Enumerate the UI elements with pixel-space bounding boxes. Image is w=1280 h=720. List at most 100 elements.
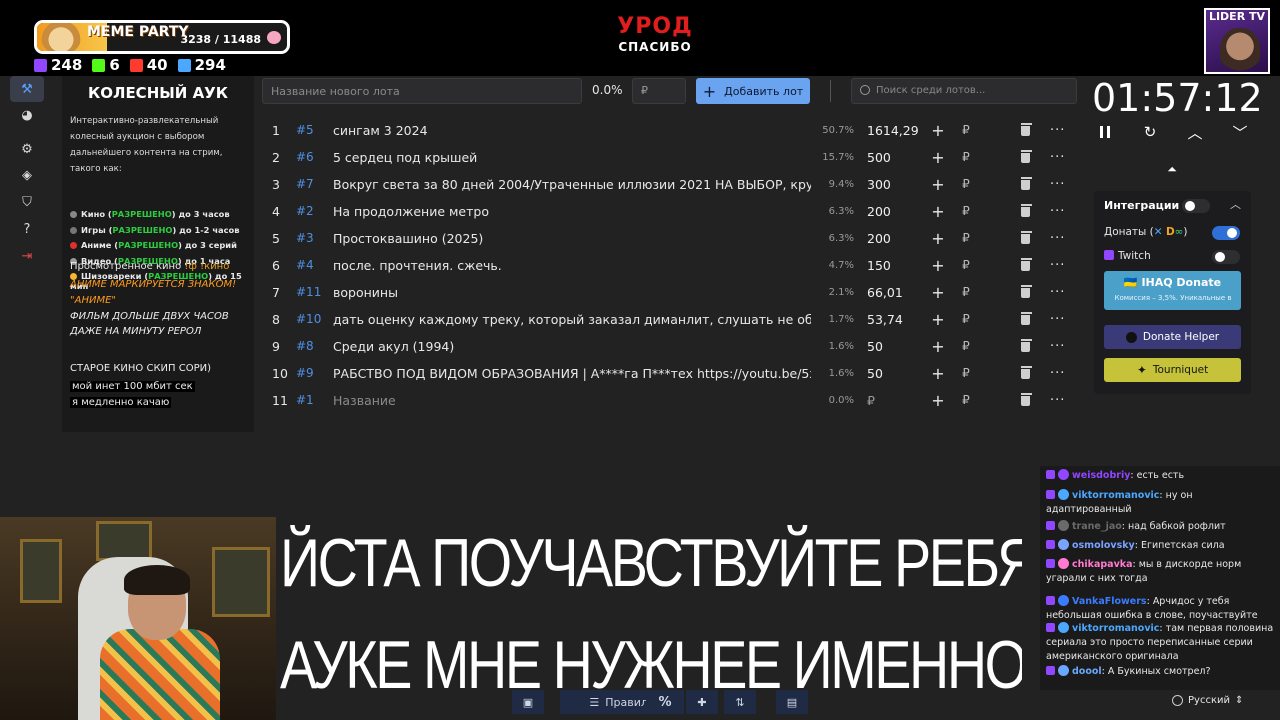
trash-icon[interactable] — [1021, 360, 1035, 387]
collapse-icon[interactable]: ⏶ — [1162, 162, 1182, 180]
more-options-icon[interactable]: ··· — [1050, 171, 1068, 198]
more-options-icon[interactable]: ··· — [1050, 198, 1068, 225]
more-options-icon[interactable]: ··· — [1050, 279, 1068, 306]
more-options-icon[interactable]: ··· — [1050, 306, 1068, 333]
add-to-lot-button[interactable]: + — [930, 360, 946, 387]
chat-nick[interactable]: VankaFlowers — [1072, 596, 1147, 607]
auction-hammer-icon[interactable]: ⚒ — [10, 76, 44, 102]
trash-icon[interactable] — [1021, 117, 1035, 144]
chat-nick[interactable]: trane_jao — [1072, 521, 1122, 532]
percent-button[interactable]: % — [646, 690, 684, 714]
ruble-icon[interactable]: ₽ — [959, 279, 973, 306]
ruble-icon[interactable]: ₽ — [959, 171, 973, 198]
ruble-icon[interactable]: ₽ — [959, 144, 973, 171]
add-to-lot-button[interactable]: + — [930, 306, 946, 333]
lot-name[interactable]: 5 сердец под крышей — [333, 144, 811, 171]
trash-icon[interactable] — [1021, 333, 1035, 360]
chat-nick[interactable]: weisdobriy — [1072, 470, 1130, 481]
lot-amount[interactable]: 500 — [867, 144, 927, 171]
trash-icon[interactable] — [1021, 198, 1035, 225]
clipboard-icon[interactable]: ▤ — [776, 690, 808, 714]
pause-button[interactable] — [1095, 122, 1115, 142]
trash-icon[interactable] — [1021, 171, 1035, 198]
trash-icon[interactable] — [1021, 387, 1035, 414]
add-to-lot-button[interactable]: + — [930, 171, 946, 198]
lot-amount[interactable]: ₽ — [867, 387, 927, 414]
ruble-icon[interactable]: ₽ — [959, 306, 973, 333]
help-icon[interactable]: ? — [10, 216, 44, 242]
add-icon[interactable]: ✚ — [686, 690, 718, 714]
add-to-lot-button[interactable]: + — [930, 144, 946, 171]
trash-icon[interactable] — [1021, 252, 1035, 279]
more-options-icon[interactable]: ··· — [1050, 387, 1068, 414]
layers-icon[interactable]: ◈ — [10, 162, 44, 188]
ihaq-donate-button[interactable]: 🇺🇦 IHAQ Donate Комиссия – 3,5%. Уникальн… — [1104, 271, 1241, 310]
lot-name[interactable]: дать оценку каждому треку, который заказ… — [333, 306, 811, 333]
integrations-toggle[interactable] — [1182, 199, 1210, 213]
twitch-toggle[interactable] — [1212, 250, 1240, 264]
sort-icon[interactable]: ⇅ — [724, 690, 756, 714]
chat-nick[interactable]: viktorromanovic — [1072, 490, 1159, 501]
chevron-down-icon[interactable]: ﹀ — [1230, 122, 1250, 142]
add-to-lot-button[interactable]: + — [930, 117, 946, 144]
add-to-lot-button[interactable]: + — [930, 198, 946, 225]
lot-amount[interactable]: 300 — [867, 171, 927, 198]
donate-helper-button[interactable]: Donate Helper — [1104, 325, 1241, 349]
lot-name[interactable]: Среди акул (1994) — [333, 333, 811, 360]
lot-amount[interactable]: 53,74 — [867, 306, 927, 333]
trash-icon[interactable] — [1021, 144, 1035, 171]
donates-toggle[interactable] — [1212, 226, 1240, 240]
gear-icon[interactable]: ⚙ — [10, 136, 44, 162]
lot-name[interactable]: воронины — [333, 279, 811, 306]
tourniquet-button[interactable]: ✦ Tourniquet — [1104, 358, 1241, 382]
add-to-lot-button[interactable]: + — [930, 225, 946, 252]
add-lot-button[interactable]: + Добавить лот — [696, 78, 810, 104]
more-options-icon[interactable]: ··· — [1050, 252, 1068, 279]
lot-name[interactable]: Вокруг света за 80 дней 2004/Утраченные … — [333, 171, 811, 198]
reset-timer-button[interactable]: ↻ — [1140, 122, 1160, 142]
search-lots-input[interactable]: Поиск среди лотов... — [851, 78, 1077, 104]
lot-name[interactable]: после. прочтения. сжечь. — [333, 252, 811, 279]
add-to-lot-button[interactable]: + — [930, 333, 946, 360]
add-to-lot-button[interactable]: + — [930, 252, 946, 279]
add-to-lot-button[interactable]: + — [930, 279, 946, 306]
ruble-icon[interactable]: ₽ — [959, 198, 973, 225]
lot-name[interactable]: На продолжение метро — [333, 198, 811, 225]
trash-icon[interactable] — [1021, 225, 1035, 252]
lot-amount[interactable]: 1614,29 — [867, 117, 927, 144]
new-lot-amount-input[interactable]: ₽ — [632, 78, 686, 104]
more-options-icon[interactable]: ··· — [1050, 144, 1068, 171]
ruble-icon[interactable]: ₽ — [959, 252, 973, 279]
lot-name[interactable]: Название — [333, 387, 811, 414]
ruble-icon[interactable]: ₽ — [959, 225, 973, 252]
trash-icon[interactable] — [1021, 306, 1035, 333]
ruble-icon[interactable]: ₽ — [959, 117, 973, 144]
language-selector[interactable]: Русский ⇕ — [1172, 690, 1258, 710]
logout-icon[interactable]: ⇥ — [10, 243, 44, 269]
chevron-up-icon[interactable]: ︿ — [1185, 122, 1205, 142]
wheel-icon[interactable]: ◕ — [10, 102, 44, 128]
ruble-icon[interactable]: ₽ — [959, 360, 973, 387]
lot-amount[interactable]: 50 — [867, 360, 927, 387]
lot-amount[interactable]: 150 — [867, 252, 927, 279]
more-options-icon[interactable]: ··· — [1050, 360, 1068, 387]
chat-nick[interactable]: chikapavka — [1072, 559, 1133, 570]
lot-amount[interactable]: 200 — [867, 198, 927, 225]
lot-name[interactable]: РАБСТВО ПОД ВИДОМ ОБРАЗОВАНИЯ | А****га … — [333, 360, 811, 387]
more-options-icon[interactable]: ··· — [1050, 225, 1068, 252]
ruble-icon[interactable]: ₽ — [959, 333, 973, 360]
trash-icon[interactable] — [1021, 279, 1035, 306]
more-options-icon[interactable]: ··· — [1050, 333, 1068, 360]
ruble-icon[interactable]: ₽ — [959, 387, 973, 414]
chevron-up-icon[interactable]: ︿ — [1230, 196, 1241, 212]
lot-name[interactable]: Простоквашино (2025) — [333, 225, 811, 252]
lot-amount[interactable]: 200 — [867, 225, 927, 252]
new-lot-name-input[interactable] — [262, 78, 582, 104]
chat-nick[interactable]: doool — [1072, 666, 1102, 677]
lot-amount[interactable]: 50 — [867, 333, 927, 360]
shield-icon[interactable]: ⛉ — [10, 189, 44, 215]
more-options-icon[interactable]: ··· — [1050, 117, 1068, 144]
chat-nick[interactable]: osmolovsky — [1072, 540, 1135, 551]
chat-nick[interactable]: viktorromanovic — [1072, 623, 1159, 634]
save-icon[interactable]: ▣ — [512, 690, 544, 714]
